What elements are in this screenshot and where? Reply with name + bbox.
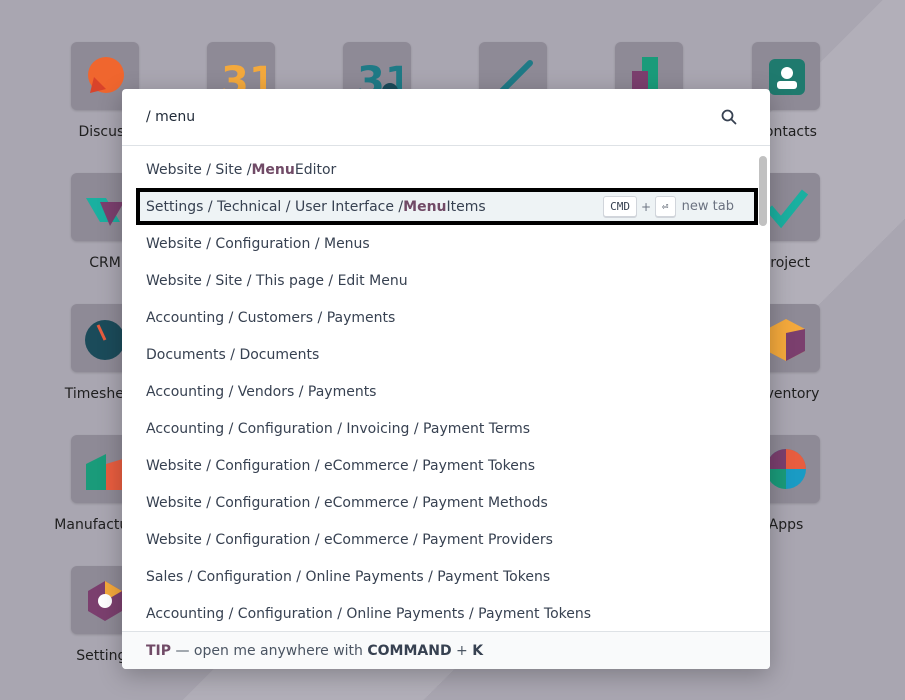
tip-footer: TIP — open me anywhere with COMMAND + K [122, 631, 770, 669]
result-item[interactable]: Accounting / Configuration / Online Paym… [122, 595, 758, 631]
result-item[interactable]: Website / Configuration / Menus [122, 225, 758, 262]
enter-key-icon: ⏎ [655, 196, 676, 217]
result-item[interactable]: Documents / Documents [122, 336, 758, 373]
command-palette: Website / Site / Menu Editor Settings / … [122, 89, 770, 669]
result-item[interactable]: Accounting / Vendors / Payments [122, 373, 758, 410]
result-item[interactable]: Website / Site / Menu Editor [122, 151, 758, 188]
search-icon[interactable] [720, 108, 738, 126]
cmd-key: CMD [603, 196, 637, 217]
result-item[interactable]: Website / Configuration / eCommerce / Pa… [122, 521, 758, 558]
result-item[interactable]: Sales / Configuration / Online Payments … [122, 558, 758, 595]
result-item[interactable]: Website / Configuration / eCommerce / Pa… [122, 447, 758, 484]
result-item[interactable]: Website / Configuration / eCommerce / Pa… [122, 484, 758, 521]
results-scrollbar[interactable] [759, 151, 767, 631]
results-list: Website / Site / Menu Editor Settings / … [122, 151, 758, 631]
search-input[interactable] [146, 109, 720, 125]
new-tab-label: new tab [681, 199, 734, 214]
result-item[interactable]: Website / Site / This page / Edit Menu [122, 262, 758, 299]
result-item[interactable]: Accounting / Configuration / Invoicing /… [122, 410, 758, 447]
search-bar [122, 89, 770, 146]
scrollbar-thumb[interactable] [759, 156, 767, 226]
result-item[interactable]: Accounting / Customers / Payments [122, 299, 758, 336]
new-tab-hint: CMD + ⏎ new tab [603, 196, 734, 217]
result-item-selected[interactable]: Settings / Technical / User Interface / … [136, 188, 758, 225]
